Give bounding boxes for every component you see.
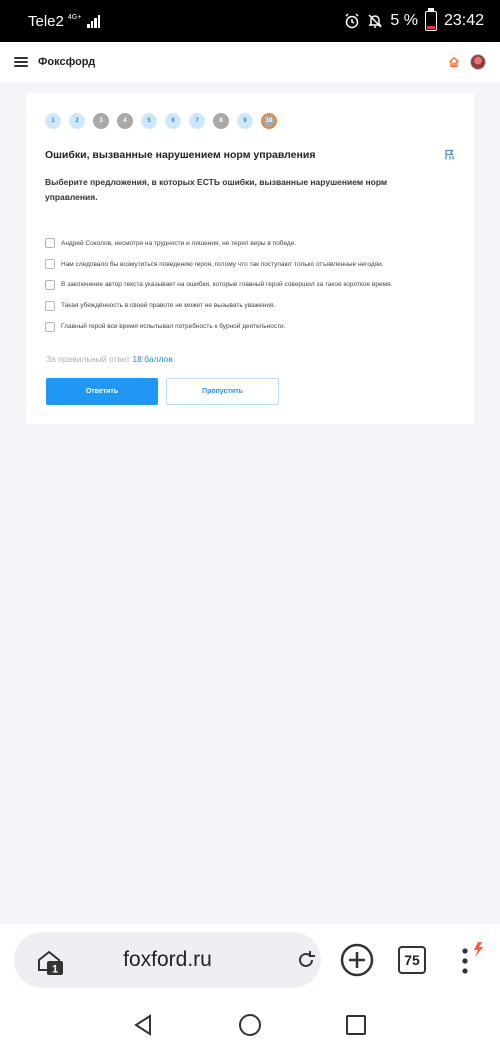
menu-icon[interactable] [14, 57, 28, 67]
system-nav-bar [0, 996, 500, 1055]
question-text: Выберите предложения, в которых ЕСТЬ оши… [45, 177, 388, 202]
reload-icon[interactable] [295, 949, 317, 971]
question-steps: 1 2 3 4 5 6 7 8 9 10 [45, 113, 277, 129]
option-label: Такая убеждённость в своей правоте не мо… [61, 302, 276, 310]
brand-name: Фоксфорд [38, 56, 96, 68]
app-header: Фоксфорд [0, 42, 500, 82]
option-5[interactable]: Главный герой все время испытывал потреб… [45, 316, 392, 337]
home-icon[interactable] [448, 56, 460, 68]
step-6[interactable]: 6 [165, 113, 181, 129]
option-label: В заключение автор текста указывает на о… [61, 281, 393, 289]
points-label: За правильный ответ [46, 354, 131, 364]
step-4[interactable]: 4 [117, 113, 133, 129]
step-9[interactable]: 9 [237, 113, 253, 129]
option-2[interactable]: Нам следовало бы возмутиться поведению г… [45, 254, 392, 275]
clock: 23:42 [443, 12, 484, 29]
option-label: Главный герой все время испытывал потреб… [61, 323, 286, 331]
step-8[interactable]: 8 [213, 113, 229, 129]
question-card: 1 2 3 4 5 6 7 8 9 10 Ошибки, вызванные н… [26, 93, 474, 424]
url-text: foxford.ru [123, 948, 212, 971]
points-info: За правильный ответ 18 баллов [46, 354, 173, 364]
step-2[interactable]: 2 [69, 113, 85, 129]
back-icon[interactable] [131, 1013, 155, 1037]
checkbox[interactable] [45, 300, 55, 311]
skip-button[interactable]: Пропустить [166, 378, 279, 405]
answer-options: Андрей Соколов, несмотря на трудности и … [45, 233, 392, 337]
option-label: Нам следовало бы возмутиться поведению г… [61, 260, 384, 268]
checkbox[interactable] [45, 321, 55, 332]
checkbox[interactable] [45, 279, 55, 290]
step-7[interactable]: 7 [189, 113, 205, 129]
option-3[interactable]: В заключение автор текста указывает на о… [45, 275, 392, 296]
step-5[interactable]: 5 [141, 113, 157, 129]
step-3[interactable]: 3 [93, 113, 109, 129]
question-title: Ошибки, вызванные нарушением норм управл… [45, 149, 316, 161]
option-4[interactable]: Такая убеждённость в своей правоте не мо… [45, 295, 392, 316]
battery-percent: 5 % [390, 12, 418, 29]
signal-icon [87, 14, 101, 28]
more-menu-icon[interactable] [454, 938, 490, 982]
checkbox[interactable] [45, 259, 55, 270]
alarm-icon [345, 13, 359, 29]
checkbox[interactable] [45, 238, 55, 249]
battery-icon [424, 8, 437, 31]
status-bar: Tele2 4G+ 5 % 23:42 [0, 0, 500, 42]
option-1[interactable]: Андрей Соколов, несмотря на трудности и … [45, 233, 392, 254]
mute-bell-icon [368, 14, 383, 28]
avatar[interactable] [470, 54, 486, 70]
home-circle-icon[interactable] [238, 1013, 262, 1037]
option-label: Андрей Соколов, несмотря на трудности и … [61, 239, 297, 247]
points-value: 18 баллов [132, 354, 173, 364]
flag-icon[interactable] [444, 149, 455, 160]
step-1[interactable]: 1 [45, 113, 61, 129]
address-bar[interactable]: 1 foxford.ru [14, 932, 321, 988]
new-tab-icon[interactable] [340, 943, 374, 977]
carrier-name: Tele2 [28, 12, 64, 30]
answer-button[interactable]: Ответить [46, 378, 158, 405]
step-10[interactable]: 10 [261, 113, 277, 129]
tabs-counter[interactable]: 75 [398, 946, 426, 974]
browser-toolbar: 1 foxford.ru 75 [0, 924, 500, 996]
recent-apps-icon[interactable] [345, 1014, 367, 1036]
network-type: 4G+ [67, 13, 82, 21]
